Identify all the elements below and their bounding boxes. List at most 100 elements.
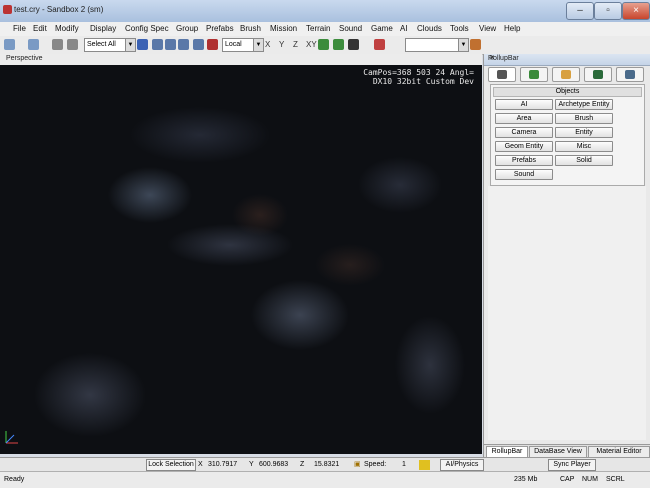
chevron-down-icon: ▼ xyxy=(125,39,135,51)
z-coordinate-field[interactable]: 15.8321 xyxy=(314,460,339,470)
menu-file[interactable]: File xyxy=(13,24,26,33)
close-button[interactable]: × xyxy=(622,2,650,20)
menu-ai[interactable]: AI xyxy=(400,24,408,33)
axis-x-button[interactable]: X xyxy=(265,40,270,49)
rollup-bar: RollupBar ✕ Objects AI Archetype Entity … xyxy=(483,54,650,458)
select-filter-value: Select All xyxy=(87,41,116,48)
rollup-title-bar: RollupBar ✕ xyxy=(484,54,650,66)
y-label: Y xyxy=(249,461,254,468)
x-coordinate-field[interactable]: 310.7917 xyxy=(208,460,237,470)
object-button-misc[interactable]: Misc xyxy=(555,141,613,152)
menu-config-spec[interactable]: Config Spec xyxy=(125,24,169,33)
chevron-down-icon: ▼ xyxy=(458,39,468,51)
ref-coord-value: Local xyxy=(225,41,242,48)
camera-position-text: CamPos=368 503 24 Angl= xyxy=(363,68,474,77)
objects-header[interactable]: Objects xyxy=(493,87,642,97)
object-button-entity[interactable]: Entity xyxy=(555,127,613,138)
select-icon[interactable] xyxy=(137,39,148,50)
menu-bar: File Edit Modify Display Config Spec Gro… xyxy=(0,22,650,37)
select-terrain-icon[interactable] xyxy=(193,39,204,50)
object-button-solid[interactable]: Solid xyxy=(555,155,613,166)
redo-icon[interactable] xyxy=(28,39,39,50)
menu-display[interactable]: Display xyxy=(90,24,116,33)
menu-prefabs[interactable]: Prefabs xyxy=(206,24,234,33)
rollup-content-area xyxy=(488,186,646,440)
object-button-prefabs[interactable]: Prefabs xyxy=(495,155,553,166)
objects-tab[interactable] xyxy=(488,67,516,82)
terrain-texture-icon[interactable] xyxy=(333,39,344,50)
modelling-tab[interactable] xyxy=(552,67,580,82)
viewport-label[interactable]: Perspective xyxy=(6,55,43,62)
viewport-info: CamPos=368 503 24 Angl= DX10 32bit Custo… xyxy=(363,68,474,86)
close-icon[interactable]: ✕ xyxy=(488,55,496,63)
goto-icon[interactable] xyxy=(419,460,430,470)
layers-tab[interactable] xyxy=(616,67,644,82)
status-bar: Ready 235 Mb CAP NUM SCRL xyxy=(0,471,650,488)
main-toolbar: Select All ▼ Local ▼ X Y Z XY ▼ xyxy=(0,36,650,55)
rotate-icon[interactable] xyxy=(165,39,176,50)
menu-terrain[interactable]: Terrain xyxy=(306,24,330,33)
menu-tools[interactable]: Tools xyxy=(450,24,469,33)
menu-game[interactable]: Game xyxy=(371,24,393,33)
object-button-camera[interactable]: Camera xyxy=(495,127,553,138)
lock-icon: ▣ xyxy=(354,461,361,468)
caps-lock-indicator: CAP xyxy=(560,476,575,483)
menu-brush[interactable]: Brush xyxy=(240,24,261,33)
sync-player-button[interactable]: Sync Player xyxy=(548,459,596,471)
menu-edit[interactable]: Edit xyxy=(33,24,47,33)
lock-selection-button[interactable]: Lock Selection xyxy=(146,459,196,471)
renderer-info-text: DX10 32bit Custom Dev xyxy=(372,77,474,86)
snap-grid-icon[interactable] xyxy=(348,39,359,50)
object-button-area[interactable]: Area xyxy=(495,113,553,124)
object-button-archetype-entity[interactable]: Archetype Entity xyxy=(555,99,613,110)
x-label: X xyxy=(198,461,203,468)
speed-field[interactable]: 1 xyxy=(402,460,406,470)
undo-icon[interactable] xyxy=(4,39,15,50)
object-button-geom-entity[interactable]: Geom Entity xyxy=(495,141,553,152)
coordinate-bar: Lock Selection X 310.7917 Y 600.9683 Z 1… xyxy=(0,457,650,472)
axis-gizmo-icon xyxy=(5,431,18,444)
display-tab[interactable] xyxy=(584,67,612,82)
y-coordinate-field[interactable]: 600.9683 xyxy=(259,460,288,470)
axis-z-button[interactable]: Z xyxy=(293,40,298,49)
rollup-bottom-tabs: RollupBar DataBase View Material Editor xyxy=(484,444,650,458)
menu-mission[interactable]: Mission xyxy=(270,24,297,33)
menu-group[interactable]: Group xyxy=(176,24,198,33)
layer-dropdown[interactable]: ▼ xyxy=(405,38,469,52)
perspective-viewport[interactable]: CamPos=368 503 24 Angl= DX10 32bit Custo… xyxy=(0,65,482,454)
menu-modify[interactable]: Modify xyxy=(55,24,79,33)
axis-y-button[interactable]: Y xyxy=(279,40,284,49)
speed-label: Speed: xyxy=(364,461,387,468)
objects-panel: Objects AI Archetype Entity Area Brush C… xyxy=(490,84,645,186)
ai-physics-button[interactable]: AI/Physics xyxy=(440,459,484,471)
terrain-tab[interactable] xyxy=(520,67,548,82)
maximize-button[interactable]: ▫ xyxy=(594,2,622,20)
link-icon[interactable] xyxy=(52,39,63,50)
unlink-icon[interactable] xyxy=(67,39,78,50)
chevron-down-icon: ▼ xyxy=(253,39,263,51)
object-button-ai[interactable]: AI xyxy=(495,99,553,110)
scale-icon[interactable] xyxy=(178,39,189,50)
snap-angle-icon[interactable] xyxy=(374,39,385,50)
toolbar-extra-icon[interactable] xyxy=(470,39,481,50)
rollup-tab-strip xyxy=(486,66,648,82)
minimize-button[interactable]: – xyxy=(566,2,594,20)
move-icon[interactable] xyxy=(152,39,163,50)
menu-clouds[interactable]: Clouds xyxy=(417,24,442,33)
z-label: Z xyxy=(300,461,305,468)
select-filter-dropdown[interactable]: Select All ▼ xyxy=(84,38,136,52)
axis-xy-button[interactable]: XY xyxy=(306,40,317,49)
terrain-snap-icon[interactable] xyxy=(318,39,329,50)
status-text: Ready xyxy=(4,476,25,483)
ref-coord-dropdown[interactable]: Local ▼ xyxy=(222,38,264,52)
title-bar: test.cry - Sandbox 2 (sm) – ▫ × xyxy=(0,0,650,23)
render-layer-icon[interactable] xyxy=(207,39,218,50)
object-button-sound[interactable]: Sound xyxy=(495,169,553,180)
menu-view[interactable]: View xyxy=(479,24,496,33)
menu-help[interactable]: Help xyxy=(504,24,520,33)
app-icon xyxy=(3,5,12,14)
menu-sound[interactable]: Sound xyxy=(339,24,362,33)
memory-usage: 235 Mb xyxy=(514,476,538,483)
num-lock-indicator: NUM xyxy=(582,476,598,483)
object-button-brush[interactable]: Brush xyxy=(555,113,613,124)
